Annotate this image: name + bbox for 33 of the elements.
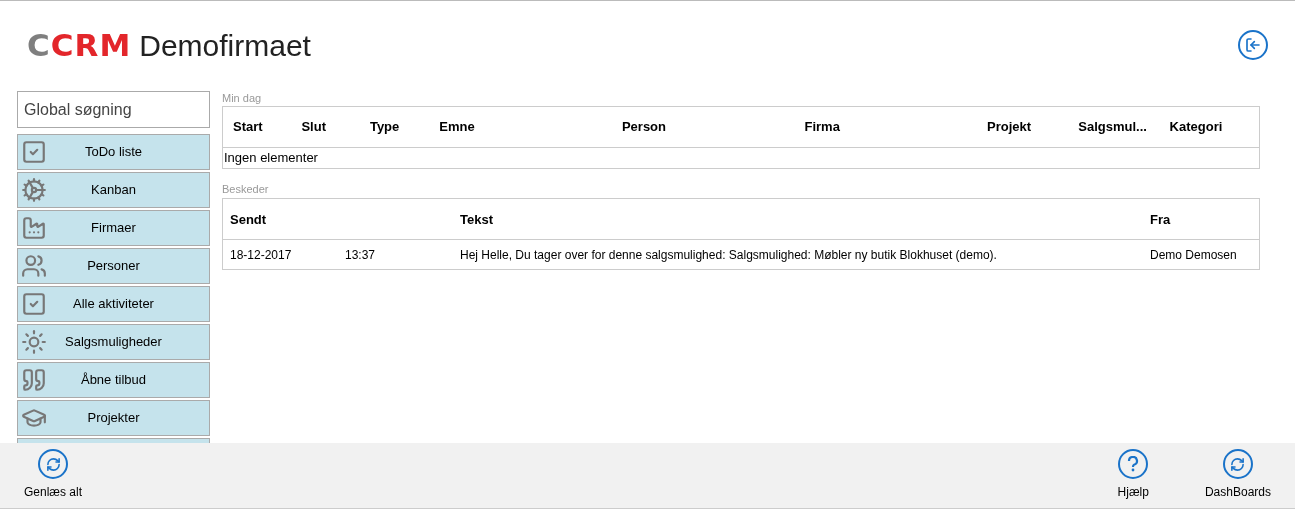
nav-button[interactable]: Kanban — [17, 172, 210, 208]
empty-message: Ingen elementer — [224, 149, 318, 168]
column-header: Projekt — [987, 118, 1033, 137]
section-title: Beskeder — [222, 182, 270, 197]
nav-button[interactable]: ToDo liste — [17, 134, 210, 170]
logo: CCRM — [27, 26, 132, 66]
column-header: Sendt — [230, 212, 267, 227]
column-header: Emne — [439, 118, 476, 137]
table-cell-text: Demo Demosen — [1150, 246, 1237, 264]
column-header: Slut — [301, 118, 327, 137]
table-cell-text: Hej Helle, Du tager over for denne salgsmulighed: Salgsmulighed: Møbler ny butik Blokhuset (demo). — [460, 246, 998, 264]
column-header: Type — [369, 118, 401, 137]
refresh-button[interactable]: Genlæs alt — [16, 449, 91, 501]
column-header: Kategori — [1169, 118, 1224, 137]
section-title: Min dag — [222, 91, 263, 106]
column-header: Salgsmul... — [1078, 118, 1148, 137]
column-header: Start — [233, 118, 264, 137]
table-cell-text: 18-12-2017 — [230, 246, 293, 264]
nav-button[interactable]: Projekter — [17, 400, 210, 436]
column-header: Tekst — [460, 212, 493, 227]
nav-button[interactable]: Alle aktiviteter — [17, 286, 210, 322]
nav-button[interactable]: Åbne tilbud — [17, 362, 210, 398]
help-button[interactable]: Hjælp — [1109, 449, 1157, 501]
nav-button[interactable]: Salgsmuligheder — [17, 324, 210, 360]
search-field[interactable]: Global søgning — [17, 91, 210, 128]
column-header: Firma — [804, 118, 841, 137]
nav-button[interactable]: Firmaer — [17, 210, 210, 246]
company-name: Demofirmaet — [139, 28, 311, 65]
column-header: Person — [621, 118, 667, 137]
nav-button[interactable]: Personer — [17, 248, 210, 284]
refresh-button[interactable]: DashBoards — [1196, 449, 1279, 501]
table-cell-text: 13:37 — [345, 246, 377, 264]
column-header: Fra — [1150, 212, 1171, 227]
